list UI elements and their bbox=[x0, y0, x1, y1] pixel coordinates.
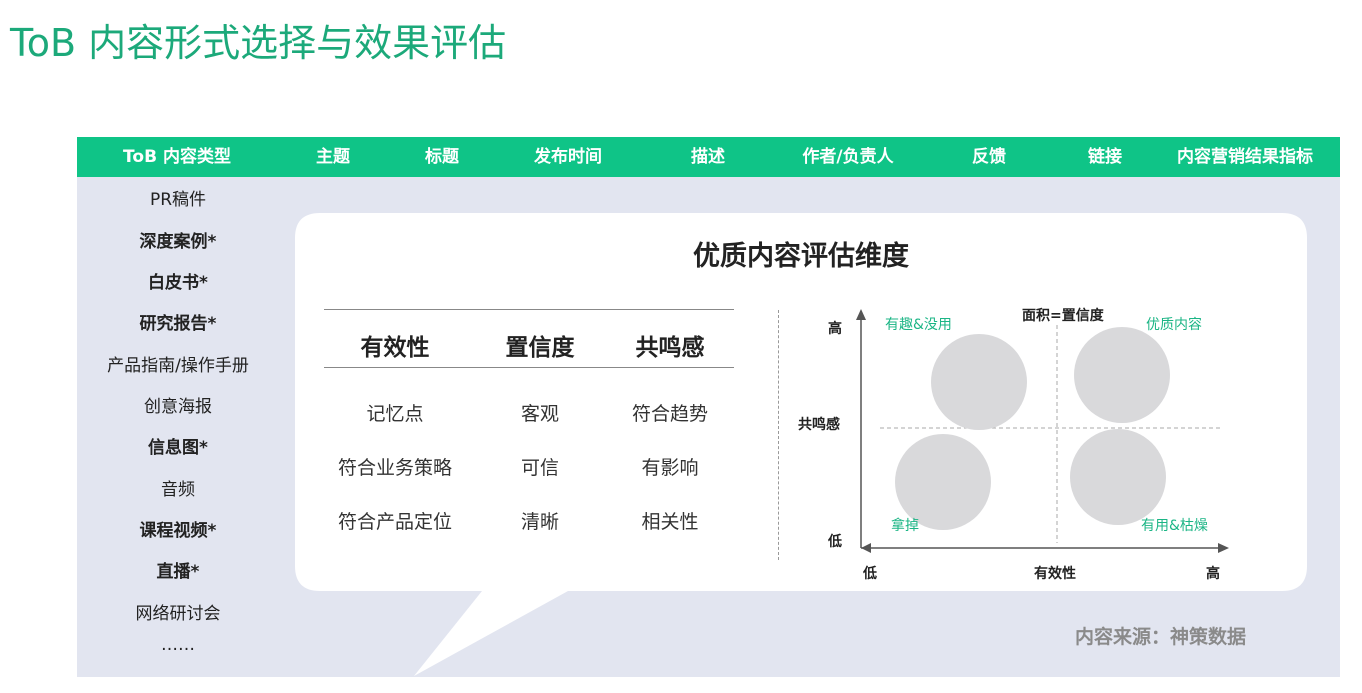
x-axis-arrow bbox=[1218, 543, 1229, 553]
bubble-top-left bbox=[931, 334, 1027, 430]
quadrant-label-bottom-left: 拿掉 bbox=[891, 518, 919, 534]
bubble-bottom-right bbox=[1070, 429, 1166, 525]
y-axis-low-label: 低 bbox=[828, 534, 842, 550]
area-note: 面积=置信度 bbox=[1022, 308, 1104, 324]
y-axis-label: 共鸣感 bbox=[798, 417, 840, 433]
y-axis-high-label: 高 bbox=[828, 321, 842, 337]
quadrant-chart bbox=[856, 309, 1229, 553]
bubble-top-right bbox=[1074, 327, 1170, 423]
quadrant-label-bottom-right: 有用&枯燥 bbox=[1141, 518, 1208, 534]
x-axis-high-label: 高 bbox=[1206, 566, 1220, 582]
source-note: 内容来源：神策数据 bbox=[1075, 626, 1247, 648]
x-axis-origin-arrow bbox=[861, 543, 871, 553]
quadrant-label-top-right: 优质内容 bbox=[1146, 317, 1202, 333]
x-axis-label: 有效性 bbox=[1034, 566, 1076, 582]
x-axis-low-label: 低 bbox=[863, 566, 877, 582]
quadrant-label-top-left: 有趣&没用 bbox=[885, 317, 952, 333]
y-axis-arrow bbox=[856, 309, 866, 320]
